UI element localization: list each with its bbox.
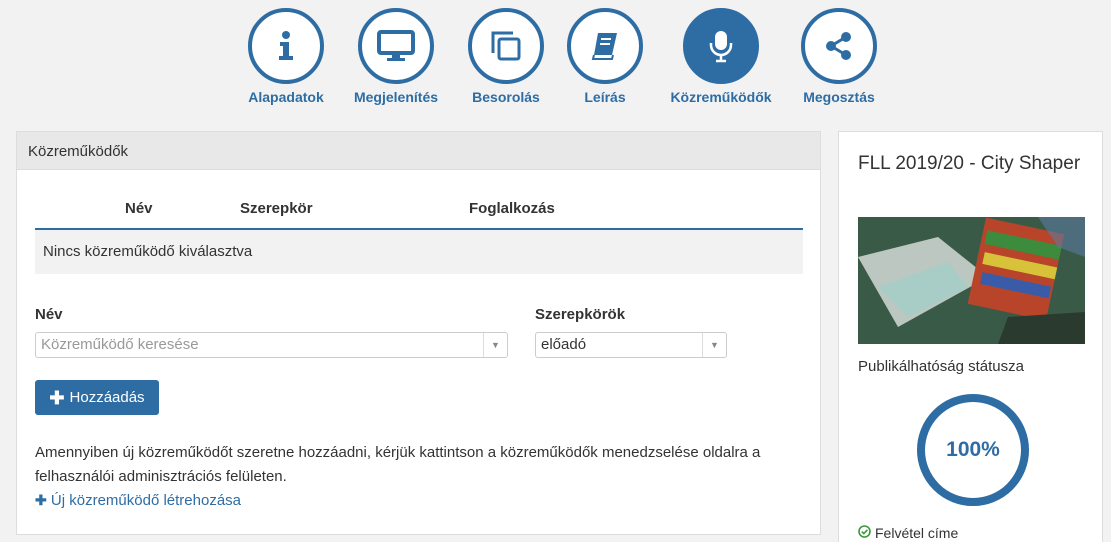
contributor-search-select[interactable]: Közreműködő keresése ▼ <box>35 332 508 358</box>
record-thumbnail <box>858 217 1085 344</box>
column-header-occupation: Foglalkozás <box>469 200 555 217</box>
step-label: Alapadatok <box>248 89 324 105</box>
checklist-item-label: Felvétel címe <box>875 525 959 541</box>
step-label: Leírás <box>584 89 626 105</box>
empty-table-message: Nincs közreműködő kiválasztva <box>35 230 803 274</box>
add-contributor-button[interactable]: ✚ Hozzáadás <box>35 380 159 415</box>
plus-icon: ✚ <box>35 492 47 508</box>
role-select[interactable]: előadó ▼ <box>535 332 727 358</box>
publishability-status-label: Publikálhatóság státusza <box>858 358 1024 375</box>
checklist-item: Felvétel címe <box>858 525 958 541</box>
new-contributor-link-label: Új közreműködő létrehozása <box>50 492 241 509</box>
info-icon <box>248 8 324 84</box>
microphone-icon <box>683 8 759 84</box>
check-circle-icon <box>858 525 871 541</box>
contributors-table: Név Szerepkör Foglalkozás Nincs közreműk… <box>35 192 803 274</box>
record-summary-card: FLL 2019/20 - City Shaper Publikálhatósá… <box>838 131 1103 542</box>
step-label: Besorolás <box>472 89 540 105</box>
role-select-value: előadó <box>541 336 587 353</box>
step-megjelenites[interactable]: Megjelenítés <box>341 8 451 105</box>
chevron-down-icon: ▼ <box>483 333 507 357</box>
share-icon <box>801 8 877 84</box>
step-alapadatok[interactable]: Alapadatok <box>231 8 341 105</box>
panel-title: Közreműködők <box>17 132 820 170</box>
step-label: Közreműködők <box>670 89 772 105</box>
book-icon <box>567 8 643 84</box>
plus-icon: ✚ <box>49 387 65 408</box>
step-megosztas[interactable]: Megosztás <box>784 8 894 105</box>
contributors-panel: Közreműködők Név Szerepkör Foglalkozás N… <box>16 131 821 535</box>
name-label: Név <box>35 306 63 323</box>
info-text: Amennyiben új közreműködőt szeretne hozz… <box>35 444 761 485</box>
step-kozremukodok[interactable]: Közreműködők <box>666 8 776 105</box>
contributor-search-placeholder: Közreműködő keresése <box>41 336 199 353</box>
record-title: FLL 2019/20 - City Shaper <box>858 153 1081 174</box>
step-leiras[interactable]: Leírás <box>550 8 660 105</box>
step-navigation: Alapadatok Megjelenítés Besorolás Leírás… <box>0 8 1111 120</box>
step-besorolas[interactable]: Besorolás <box>451 8 561 105</box>
column-header-role: Szerepkör <box>240 200 313 217</box>
roles-label: Szerepkörök <box>535 306 626 323</box>
table-header: Név Szerepkör Foglalkozás <box>35 192 803 230</box>
monitor-icon <box>358 8 434 84</box>
progress-percent: 100% <box>946 438 1000 461</box>
new-contributor-link[interactable]: ✚ Új közreműködő létrehozása <box>35 492 241 509</box>
chevron-down-icon: ▼ <box>702 333 726 357</box>
step-label: Megjelenítés <box>353 89 439 105</box>
column-header-name: Név <box>125 200 153 217</box>
copy-icon <box>468 8 544 84</box>
step-label: Megosztás <box>803 89 875 105</box>
add-button-label: Hozzáadás <box>69 389 145 406</box>
